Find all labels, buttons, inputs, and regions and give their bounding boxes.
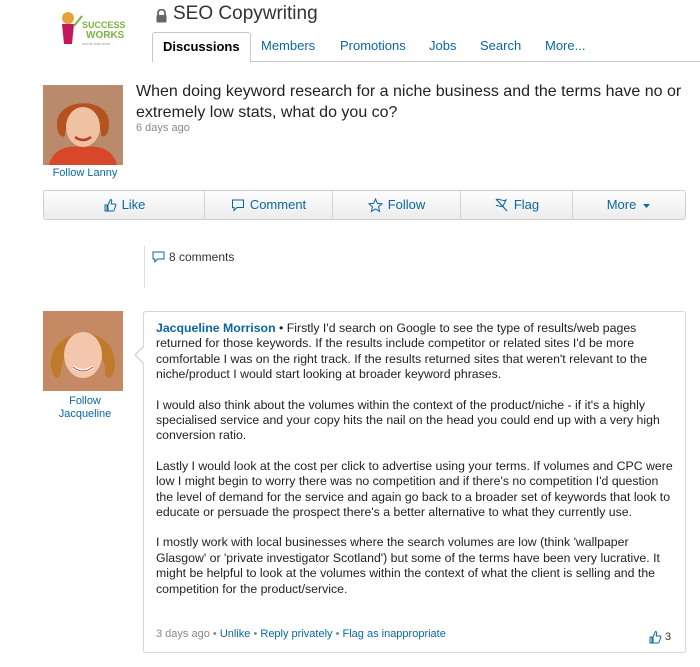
more-label: More <box>606 197 637 212</box>
comment-button[interactable]: Comment <box>205 191 333 219</box>
tab-members[interactable]: Members <box>251 32 325 62</box>
unlike-link[interactable]: Unlike <box>220 628 251 640</box>
follow-commenter-line2: Jacqueline <box>58 408 112 420</box>
svg-text:WORKS: WORKS <box>86 30 125 41</box>
commenter-avatar[interactable] <box>43 311 123 391</box>
comment-footer: 3 days ago • Unlike • Reply privately • … <box>156 628 446 640</box>
tab-more[interactable]: More... <box>535 32 595 62</box>
success-works-logo[interactable]: SUCCESS WORKS words that work <box>52 8 130 48</box>
speech-bubble-icon <box>152 251 165 263</box>
comment-time: 3 days ago <box>156 628 210 640</box>
follow-label: Follow <box>387 197 426 212</box>
follow-poster-link[interactable]: Follow Lanny <box>43 167 127 179</box>
group-header: SUCCESS WORKS words that work SEO Copywr… <box>0 0 700 64</box>
thumbs-up-icon <box>104 198 116 212</box>
group-tabs: Discussions Members Promotions Jobs Sear… <box>152 32 700 63</box>
tab-promotions[interactable]: Promotions <box>330 32 416 62</box>
star-icon <box>367 197 383 213</box>
comment-paragraph: I mostly work with local businesses wher… <box>156 535 660 596</box>
thumbs-up-icon <box>649 630 662 644</box>
discussion-title[interactable]: When doing keyword research for a niche … <box>136 81 686 123</box>
more-button[interactable]: More <box>573 191 685 219</box>
tab-search[interactable]: Search <box>470 32 531 62</box>
comment-body: Jacqueline Morrison • Firstly I'd search… <box>156 321 678 612</box>
discussion-time: 6 days ago <box>136 122 190 134</box>
tab-jobs[interactable]: Jobs <box>419 32 466 62</box>
like-label: Like <box>121 197 146 212</box>
discussion-action-bar: Like Comment Follow Flag More <box>43 190 686 220</box>
comments-count[interactable]: 8 comments <box>152 250 234 264</box>
svg-text:SUCCESS: SUCCESS <box>82 20 126 30</box>
follow-commenter-line1: Follow <box>69 395 101 407</box>
comment-label: Comment <box>249 197 307 212</box>
flag-inappropriate-link[interactable]: Flag as inappropriate <box>343 628 446 640</box>
group-title: SEO Copywriting <box>155 3 318 25</box>
caret-down-icon <box>643 203 651 208</box>
thread-divider <box>144 246 145 288</box>
like-count: 3 <box>665 631 672 643</box>
comment-pointer-inner <box>136 347 144 363</box>
lock-icon <box>155 7 168 23</box>
follow-commenter-link[interactable]: Follow Jacqueline <box>43 395 127 421</box>
reply-privately-link[interactable]: Reply privately <box>260 628 332 640</box>
comment-paragraph: Jacqueline Morrison • Firstly I'd search… <box>156 321 678 383</box>
comment-separator: • <box>275 321 287 335</box>
group-title-text[interactable]: SEO Copywriting <box>173 3 318 25</box>
comments-count-label: 8 comments <box>169 250 235 264</box>
like-button[interactable]: Like <box>44 191 205 219</box>
flag-icon <box>495 198 508 211</box>
comment-paragraph: I would also think about the volumes wit… <box>156 397 660 443</box>
flag-button[interactable]: Flag <box>461 191 573 219</box>
poster-avatar[interactable] <box>43 85 123 165</box>
comment-paragraph: Lastly I would look at the cost per clic… <box>156 458 673 520</box>
comment-author[interactable]: Jacqueline Morrison <box>156 321 276 335</box>
speech-bubble-icon <box>231 199 244 212</box>
flag-label: Flag <box>513 197 540 212</box>
svg-text:words that work: words that work <box>82 41 110 46</box>
comment-likes[interactable]: 3 <box>648 630 671 644</box>
tab-discussions[interactable]: Discussions <box>152 32 251 63</box>
follow-button[interactable]: Follow <box>333 191 461 219</box>
